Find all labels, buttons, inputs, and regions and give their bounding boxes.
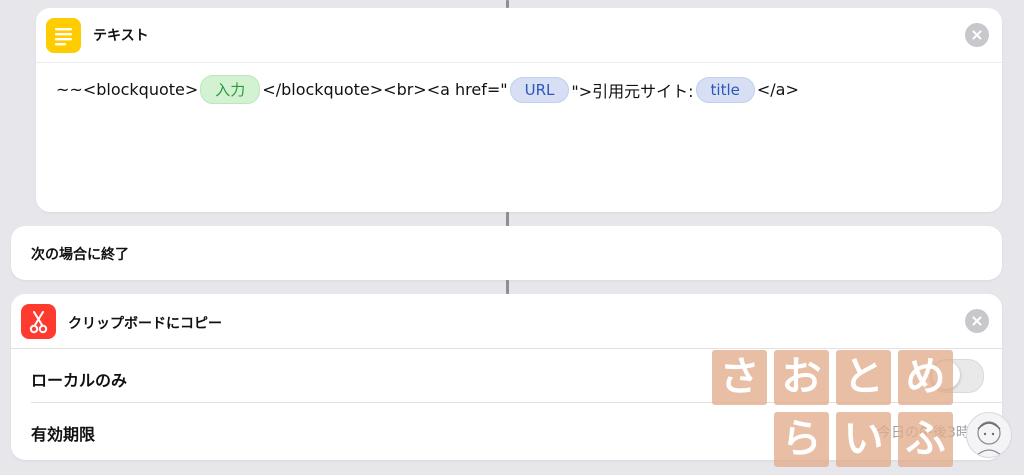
- watermark-char: お: [774, 350, 829, 405]
- expiry-label: 有効期限: [31, 425, 96, 444]
- watermark-char: ふ: [898, 412, 953, 467]
- watermark-char: と: [836, 350, 891, 405]
- action-title: クリップボードにコピー: [68, 316, 222, 332]
- clipboard-action-header[interactable]: クリップボードにコピー: [11, 294, 1002, 348]
- remove-action-button[interactable]: [965, 309, 989, 333]
- flow-connector: [506, 0, 509, 8]
- flow-connector: [506, 212, 509, 226]
- variable-token-input[interactable]: 入力: [200, 75, 261, 104]
- action-title: テキスト: [93, 28, 149, 44]
- watermark-char: い: [836, 412, 891, 467]
- avatar: [966, 412, 1012, 458]
- text-segment: </a>: [756, 80, 799, 99]
- variable-token-url[interactable]: URL: [509, 76, 570, 103]
- variable-token-title[interactable]: title: [695, 76, 755, 103]
- watermark-char: ら: [774, 412, 829, 467]
- text-segment: ">引用元サイト:: [571, 81, 694, 101]
- remove-action-button[interactable]: [965, 23, 989, 47]
- text-action-card[interactable]: テキスト ~~<blockquote> 入力 </blockquote><br>…: [36, 8, 1002, 212]
- text-action-header[interactable]: テキスト: [36, 8, 1002, 62]
- text-segment: </blockquote><br><a href=": [262, 80, 508, 99]
- divider: [11, 348, 1002, 349]
- action-title: 次の場合に終了: [31, 247, 129, 263]
- text-content-field[interactable]: ~~<blockquote> 入力 </blockquote><br><a hr…: [36, 62, 1002, 212]
- watermark-char: め: [898, 350, 953, 405]
- scissors-icon: [21, 304, 56, 339]
- end-if-action-card[interactable]: 次の場合に終了: [11, 226, 1002, 280]
- local-only-label: ローカルのみ: [31, 371, 128, 390]
- watermark-char: さ: [712, 350, 767, 405]
- text-content: ~~<blockquote> 入力 </blockquote><br><a hr…: [56, 75, 799, 104]
- text-lines-icon: [46, 18, 81, 53]
- text-segment: ~~<blockquote>: [56, 80, 199, 99]
- flow-connector: [506, 280, 509, 294]
